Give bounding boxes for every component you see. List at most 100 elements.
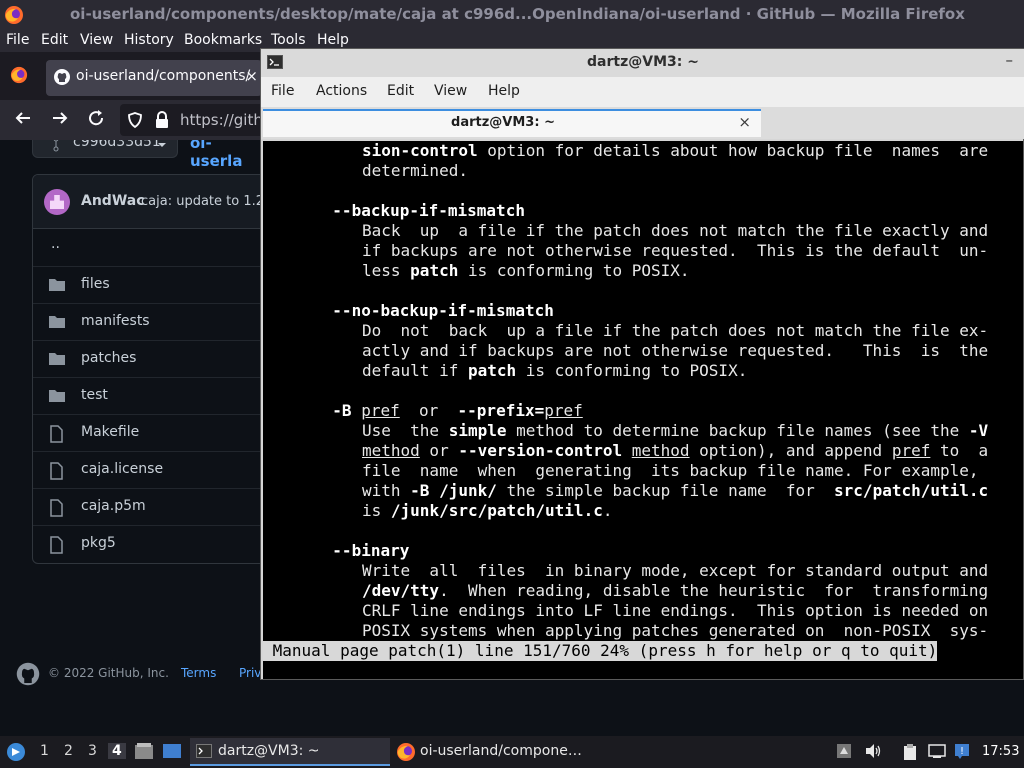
- terminal-text-segment: /junk/src/patch/util.c: [390, 501, 603, 520]
- taskbar-firefox-label: oi-userland/compone…: [420, 743, 582, 759]
- branch-selector-button[interactable]: c996d33d51: [32, 140, 178, 158]
- menu-history[interactable]: History: [124, 32, 174, 48]
- terminal-menu-actions[interactable]: Actions: [316, 83, 367, 99]
- show-desktop-icon[interactable]: [162, 742, 182, 764]
- terminal-tab[interactable]: dartz@VM3: ~ ×: [263, 109, 761, 137]
- list-item[interactable]: caja.p5m: [33, 489, 262, 526]
- commit-author[interactable]: AndWac: [81, 193, 145, 209]
- workspace-4[interactable]: 4: [108, 743, 126, 759]
- menu-edit[interactable]: Edit: [41, 32, 68, 48]
- parent-directory-row[interactable]: ..: [33, 230, 262, 267]
- taskbar-terminal-button[interactable]: dartz@VM3: ~: [190, 738, 390, 766]
- workspace-1[interactable]: 1: [40, 743, 49, 759]
- clipboard-icon[interactable]: [902, 743, 918, 765]
- tracking-protection-icon[interactable]: [126, 111, 144, 133]
- application-menu-icon[interactable]: [6, 742, 26, 766]
- list-item[interactable]: caja.license: [33, 452, 262, 489]
- file-name[interactable]: patches: [81, 350, 136, 366]
- menu-view[interactable]: View: [80, 32, 113, 48]
- file-name[interactable]: files: [81, 276, 110, 292]
- list-item[interactable]: Makefile: [33, 415, 262, 452]
- terminal-titlebar[interactable]: dartz@VM3: ~ –: [261, 49, 1024, 77]
- avatar[interactable]: [44, 189, 70, 215]
- menu-bookmarks[interactable]: Bookmarks: [184, 32, 262, 48]
- terminal-text-segment: Use the: [362, 421, 449, 440]
- file-name[interactable]: pkg5: [81, 535, 116, 551]
- terminal-line: Use the simple method to determine backu…: [362, 421, 988, 441]
- list-item[interactable]: manifests: [33, 304, 262, 341]
- terminal-text-segment: -B /junk/: [410, 481, 497, 500]
- tab-close-icon[interactable]: ×: [245, 67, 258, 85]
- footer-terms-link[interactable]: Terms: [181, 666, 216, 680]
- terminal-menu-edit[interactable]: Edit: [387, 83, 414, 99]
- notifications-icon[interactable]: !: [954, 743, 970, 763]
- terminal-text-segment: default if: [362, 361, 468, 380]
- file-manager-icon[interactable]: [134, 742, 154, 764]
- url-text[interactable]: https://gith: [180, 111, 263, 129]
- terminal-menu-file[interactable]: File: [271, 83, 294, 99]
- network-icon[interactable]: [928, 743, 946, 763]
- workspace-3[interactable]: 3: [88, 743, 97, 759]
- terminal-text-segment: POSIX systems when applying patches gene…: [362, 621, 989, 640]
- repo-breadcrumb-link[interactable]: oi-userla: [190, 140, 262, 170]
- file-name[interactable]: Makefile: [81, 424, 139, 440]
- file-name[interactable]: manifests: [81, 313, 150, 329]
- forward-icon[interactable]: [51, 109, 69, 131]
- folder-icon: [48, 277, 66, 297]
- terminal-menu-help[interactable]: Help: [488, 83, 520, 99]
- menu-file[interactable]: File: [6, 32, 29, 48]
- browser-tab-title: oi-userland/components/: [76, 68, 251, 84]
- clock: 17:53: [982, 744, 1020, 759]
- firefox-icon: [4, 5, 24, 29]
- reload-icon[interactable]: [87, 109, 105, 131]
- taskbar-firefox-button[interactable]: oi-userland/compone…: [392, 738, 592, 766]
- list-item[interactable]: pkg5: [33, 526, 262, 563]
- lock-icon[interactable]: [154, 111, 170, 133]
- url-bar[interactable]: https://gith: [120, 104, 270, 136]
- github-footer: © 2022 GitHub, Inc. Terms Priv: [16, 662, 262, 688]
- terminal-text-segment: .: [602, 501, 613, 520]
- terminal-text-segment: method to determine backup file names (s…: [506, 421, 969, 440]
- terminal-text-segment: option), and append: [689, 441, 892, 460]
- firefox-view-icon[interactable]: [10, 66, 28, 88]
- menu-tools[interactable]: Tools: [271, 32, 306, 48]
- parent-directory-link[interactable]: ..: [51, 236, 60, 252]
- folder-icon: [48, 388, 66, 408]
- footer-copyright: © 2022 GitHub, Inc.: [48, 666, 169, 680]
- list-item[interactable]: files: [33, 267, 262, 304]
- list-item[interactable]: patches: [33, 341, 262, 378]
- footer-privacy-link[interactable]: Priv: [239, 666, 261, 680]
- minimize-button[interactable]: –: [1006, 51, 1014, 69]
- terminal-text-segment: with: [362, 481, 411, 500]
- file-browser: AndWac caja: update to 1.26 .. files man…: [32, 174, 262, 564]
- taskbar-terminal-label: dartz@VM3: ~: [218, 743, 320, 759]
- terminal-text-segment: --backup-if-mismatch: [332, 201, 525, 220]
- file-name[interactable]: caja.license: [81, 461, 163, 477]
- github-logo-icon[interactable]: [16, 662, 40, 690]
- terminal-text-segment: to a: [930, 441, 989, 460]
- browser-tab[interactable]: oi-userland/components/ ×: [46, 60, 262, 96]
- terminal-output[interactable]: sion-control option for details about ho…: [263, 141, 1023, 679]
- volume-icon[interactable]: [864, 743, 882, 763]
- file-name[interactable]: test: [81, 387, 108, 403]
- terminal-text-segment: --prefix=: [457, 401, 545, 420]
- back-icon[interactable]: [14, 109, 32, 131]
- commit-message[interactable]: caja: update to 1.26: [141, 194, 262, 209]
- terminal-tab-close-icon[interactable]: ×: [738, 113, 751, 131]
- terminal-text-segment: --no-backup-if-mismatch: [332, 301, 554, 320]
- terminal-text-segment: or: [399, 401, 458, 420]
- terminal-menubar: File Actions Edit View Help: [261, 77, 1024, 107]
- terminal-text-segment: if backups are not otherwise requested. …: [362, 241, 989, 260]
- terminal-text-segment: simple: [448, 421, 507, 440]
- terminal-text-segment: -B: [332, 401, 352, 420]
- terminal-menu-view[interactable]: View: [434, 83, 467, 99]
- workspace-2[interactable]: 2: [64, 743, 73, 759]
- terminal-text-segment: patch: [410, 261, 459, 280]
- menu-help[interactable]: Help: [317, 32, 349, 48]
- list-item[interactable]: test: [33, 378, 262, 415]
- update-notifier-icon[interactable]: [836, 743, 852, 763]
- firefox-titlebar: oi-userland/components/desktop/mate/caja…: [0, 0, 1024, 30]
- terminal-text-segment: pref: [361, 401, 400, 420]
- file-name[interactable]: caja.p5m: [81, 498, 146, 514]
